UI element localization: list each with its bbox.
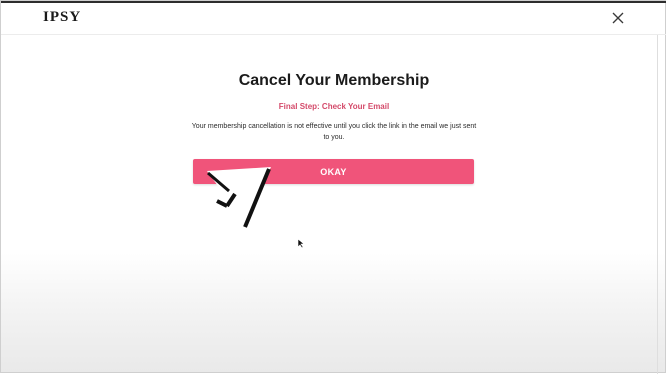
okay-button[interactable]: OKAY: [193, 159, 474, 184]
site-header: IPSY: [1, 3, 666, 35]
mouse-cursor-icon: [297, 236, 305, 249]
browser-viewport: IPSY Cancel Your Membership Final Step: …: [0, 0, 666, 374]
page-title: Cancel Your Membership: [238, 72, 430, 89]
close-icon[interactable]: [610, 10, 626, 26]
ipsy-logo[interactable]: IPSY: [43, 9, 81, 26]
step-subtitle: Final Step: Check Your Email: [278, 102, 390, 111]
cancellation-message: Your membership cancellation is not effe…: [191, 123, 477, 141]
